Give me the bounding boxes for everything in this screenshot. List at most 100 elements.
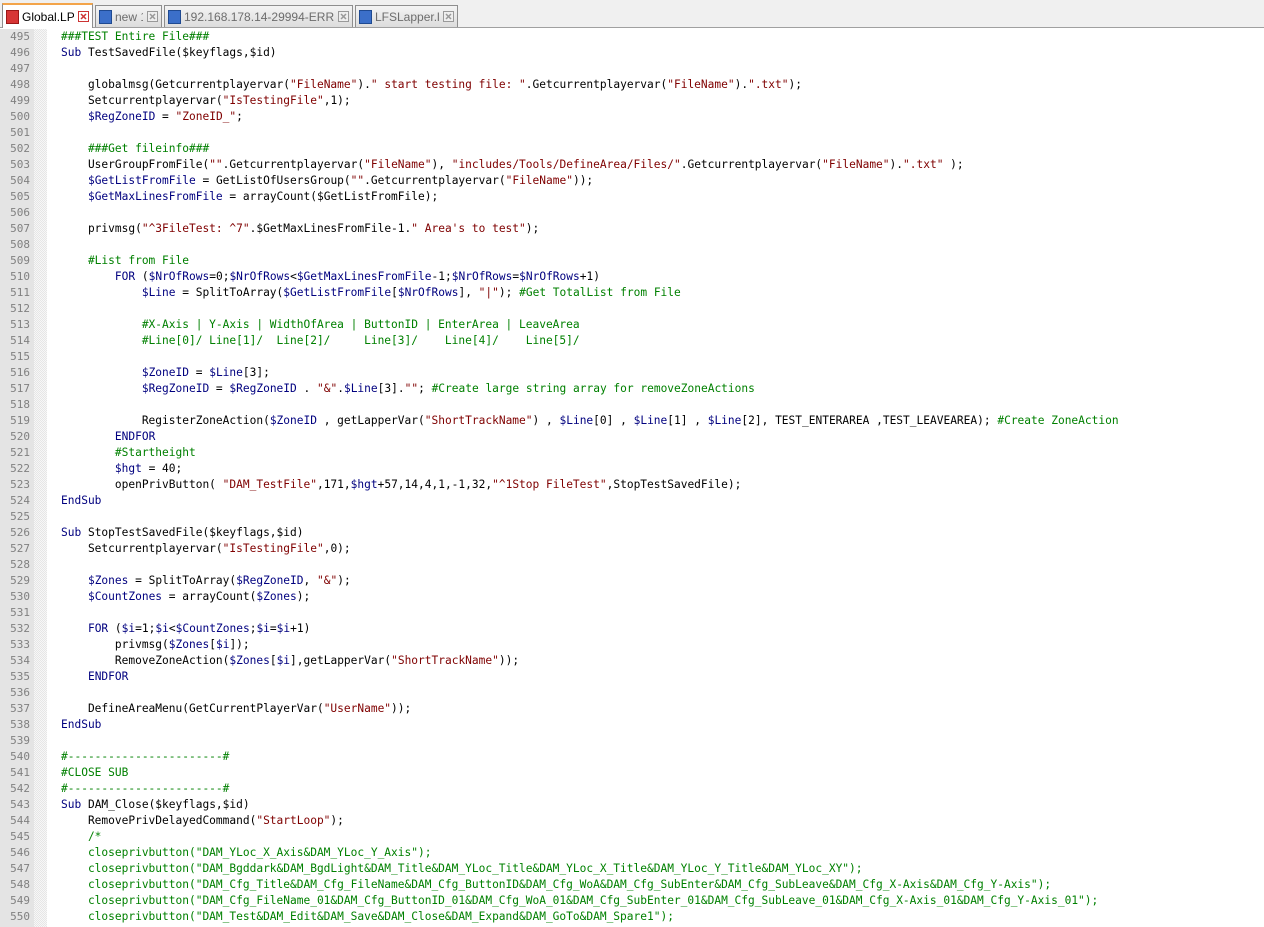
code-line[interactable]: 497 [0, 61, 1264, 77]
code-line[interactable]: 508 [0, 237, 1264, 253]
code-line[interactable]: 502 ###Get fileinfo### [0, 141, 1264, 157]
code-token: )); [498, 654, 520, 667]
code-line[interactable]: 535 ENDFOR [0, 669, 1264, 685]
close-icon[interactable] [443, 11, 454, 22]
code-line[interactable]: 530 $CountZones = arrayCount($Zones); [0, 589, 1264, 605]
tab-err-log[interactable]: 192.168.178.14-29994-ERR.log [164, 5, 353, 27]
line-number: 516 [10, 366, 30, 379]
code-line[interactable]: 544 RemovePrivDelayedCommand("StartLoop"… [0, 813, 1264, 829]
code-line[interactable]: 548 closeprivbutton("DAM_Cfg_Title&DAM_C… [0, 877, 1264, 893]
line-number: 519 [10, 414, 30, 427]
code-line[interactable]: 533 privmsg($Zones[$i]); [0, 637, 1264, 653]
file-saved-icon [359, 9, 372, 24]
code-line[interactable]: 523 openPrivButton( "DAM_TestFile",171,$… [0, 477, 1264, 493]
code-variable: $ZoneID [141, 366, 189, 379]
code-line[interactable]: 528 [0, 557, 1264, 573]
code-keyword: Sub [61, 798, 82, 811]
code-token: ,1); [323, 94, 351, 107]
code-line[interactable]: 549 closeprivbutton("DAM_Cfg_FileName_01… [0, 893, 1264, 909]
code-line[interactable]: 543 Sub DAM_Close($keyflags,$id) [0, 797, 1264, 813]
code-line[interactable]: 517 $RegZoneID = $RegZoneID . "&".$Line[… [0, 381, 1264, 397]
code-line[interactable]: 516 $ZoneID = $Line[3]; [0, 365, 1264, 381]
code-string: "|" [478, 286, 499, 299]
code-string: "" [209, 158, 223, 171]
code-line[interactable]: 550 closeprivbutton("DAM_Test&DAM_Edit&D… [0, 909, 1264, 925]
code-line[interactable]: 520 ENDFOR [0, 429, 1264, 445]
code-line[interactable]: 532 FOR ($i=1;$i<$CountZones;$i=$i+1) [0, 621, 1264, 637]
code-line[interactable]: 514 #Line[0]/ Line[1]/ Line[2]/ Line[3]/… [0, 333, 1264, 349]
code-line[interactable]: 534 RemoveZoneAction($Zones[$i],getLappe… [0, 653, 1264, 669]
code-line[interactable]: 505 $GetMaxLinesFromFile = arrayCount($G… [0, 189, 1264, 205]
code-line[interactable]: 546 closeprivbutton("DAM_YLoc_X_Axis&DAM… [0, 845, 1264, 861]
code-line[interactable]: 512 [0, 301, 1264, 317]
code-keyword: FOR [114, 270, 136, 283]
code-line[interactable]: 498 globalmsg(Getcurrentplayervar("FileN… [0, 77, 1264, 93]
line-number: 536 [10, 686, 30, 699]
code-line[interactable]: 529 $Zones = SplitToArray($RegZoneID, "&… [0, 573, 1264, 589]
code-variable: $NrOfRows [229, 270, 291, 283]
code-line[interactable]: 538 EndSub [0, 717, 1264, 733]
close-icon[interactable] [147, 11, 158, 22]
code-line[interactable]: 521 #Startheight [0, 445, 1264, 461]
tab-label: LFSLapper.lpr [375, 9, 439, 24]
line-number: 527 [10, 542, 30, 555]
code-line[interactable]: 503 UserGroupFromFile("".Getcurrentplaye… [0, 157, 1264, 173]
code-line[interactable]: 496 Sub TestSavedFile($keyflags,$id) [0, 45, 1264, 61]
code-line[interactable]: 524 EndSub [0, 493, 1264, 509]
code-line[interactable]: 509 #List from File [0, 253, 1264, 269]
code-line[interactable]: 518 [0, 397, 1264, 413]
tab-lfslapper-lpr[interactable]: LFSLapper.lpr [355, 5, 458, 27]
code-line[interactable]: 547 closeprivbutton("DAM_Bgddark&DAM_Bgd… [0, 861, 1264, 877]
code-line[interactable]: 495 ###TEST Entire File### [0, 29, 1264, 45]
tab-new-1[interactable]: new 1 [95, 5, 162, 27]
code-line[interactable]: 506 [0, 205, 1264, 221]
code-comment: /* [61, 830, 102, 843]
code-comment: ###TEST Entire File### [61, 30, 210, 43]
line-number: 542 [10, 782, 30, 795]
code-line[interactable]: 511 $Line = SplitToArray($GetListFromFil… [0, 285, 1264, 301]
code-line[interactable]: 531 [0, 605, 1264, 621]
line-number: 506 [10, 206, 30, 219]
code-line[interactable]: 526 Sub StopTestSavedFile($keyflags,$id) [0, 525, 1264, 541]
code-line[interactable]: 539 [0, 733, 1264, 749]
code-line[interactable]: 541 #CLOSE SUB [0, 765, 1264, 781]
close-icon[interactable] [78, 11, 89, 22]
code-keyword: ENDFOR [87, 670, 129, 683]
code-line[interactable]: 501 [0, 125, 1264, 141]
code-line[interactable]: 515 [0, 349, 1264, 365]
code-token: . [337, 382, 344, 395]
code-line[interactable]: 519 RegisterZoneAction($ZoneID , getLapp… [0, 413, 1264, 429]
code-token: [3]; [242, 366, 270, 379]
code-string: "FileName" [822, 158, 890, 171]
code-line[interactable]: 525 [0, 509, 1264, 525]
tab-global-lpr[interactable]: Global.LPR [2, 3, 93, 28]
code-string: "" [350, 174, 365, 187]
tab-bar: Global.LPR new 1 192.168.178.14-29994-ER… [0, 0, 1264, 28]
code-line[interactable]: 545 /* [0, 829, 1264, 845]
code-token: ). [734, 78, 749, 91]
code-line[interactable]: 507 privmsg("^3FileTest: ^7".$GetMaxLine… [0, 221, 1264, 237]
code-line[interactable]: 500 $RegZoneID = "ZoneID_"; [0, 109, 1264, 125]
code-variable: $RegZoneID [236, 574, 304, 587]
line-number: 524 [10, 494, 30, 507]
code-line[interactable]: 536 [0, 685, 1264, 701]
code-line[interactable]: 504 $GetListFromFile = GetListOfUsersGro… [0, 173, 1264, 189]
line-number: 511 [10, 286, 30, 299]
code-token: ,171, [316, 478, 351, 491]
code-line[interactable]: 499 Setcurrentplayervar("IsTestingFile",… [0, 93, 1264, 109]
code-text: #CLOSE SUB [61, 765, 128, 781]
close-icon[interactable] [338, 11, 349, 22]
code-line[interactable]: 522 $hgt = 40; [0, 461, 1264, 477]
code-editor[interactable]: 495 ###TEST Entire File### 496 Sub TestSave… [0, 29, 1264, 927]
code-line[interactable]: 527 Setcurrentplayervar("IsTestingFile",… [0, 541, 1264, 557]
code-line[interactable]: 510 FOR ($NrOfRows=0;$NrOfRows<$GetMaxLi… [0, 269, 1264, 285]
file-saved-icon [168, 9, 181, 24]
code-token: ( [135, 270, 149, 283]
code-variable: $Line [209, 366, 243, 379]
code-line[interactable]: 542 #-----------------------# [0, 781, 1264, 797]
code-line[interactable]: 513 #X-Axis | Y-Axis | WidthOfArea | But… [0, 317, 1264, 333]
code-line[interactable]: 540 #-----------------------# [0, 749, 1264, 765]
code-line[interactable]: 537 DefineAreaMenu(GetCurrentPlayerVar("… [0, 701, 1264, 717]
